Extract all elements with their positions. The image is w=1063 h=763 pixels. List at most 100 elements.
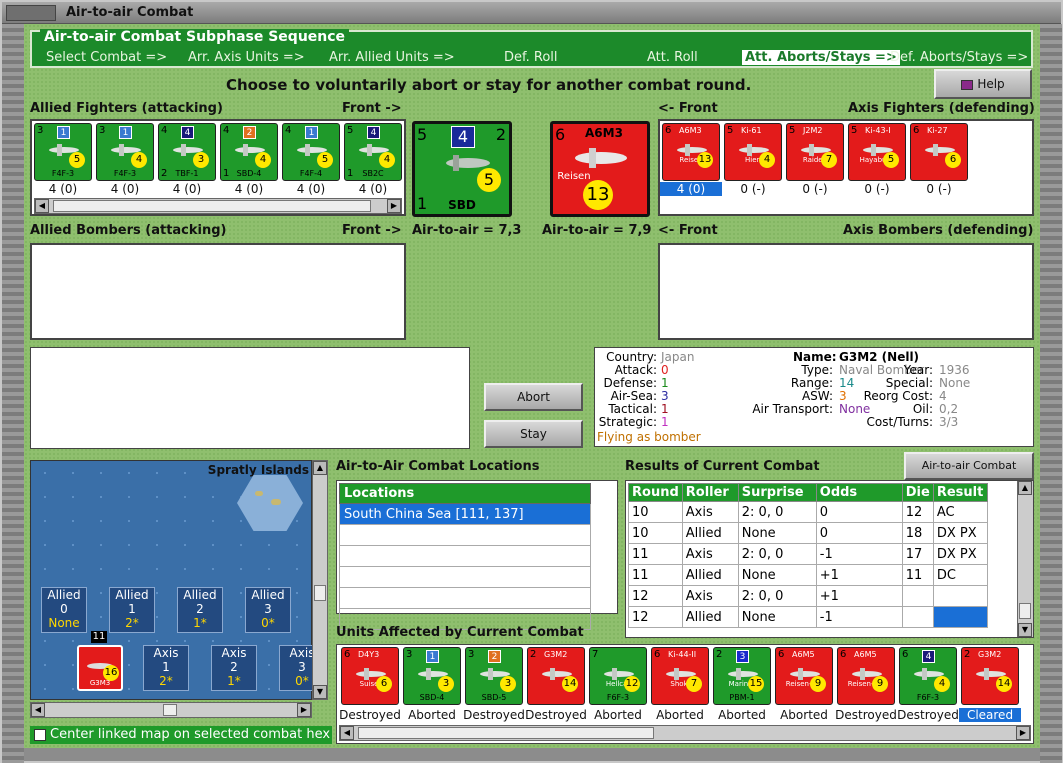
unit-counter[interactable]: 7 Hellcat 12 F6F-3 [589, 647, 647, 705]
scroll-left-icon[interactable]: ◀ [340, 726, 354, 740]
location-cell [339, 587, 591, 609]
scroll-up-icon[interactable]: ▲ [1018, 481, 1032, 495]
unit-counter[interactable]: 6 A6M3 Reisen 13 [662, 123, 720, 181]
location-row[interactable] [339, 566, 591, 588]
map-allied-box[interactable]: Allied 2 1* [177, 587, 223, 633]
island-icon [271, 499, 281, 505]
counter-value: 14 [562, 676, 578, 692]
scroll-down-icon[interactable]: ▼ [313, 685, 327, 699]
airsea-key: Air-Sea: [610, 389, 657, 403]
unit-counter[interactable]: 5 J2M2 Raiden 7 [786, 123, 844, 181]
scroll-thumb[interactable] [163, 704, 177, 716]
unit-counter[interactable]: 4 1 5 F4F-4 [282, 123, 340, 181]
center-map-checkbox[interactable] [34, 729, 46, 741]
map-unit-counter[interactable]: 16 G3M3 [77, 645, 123, 691]
front-right-label: Front -> [342, 101, 402, 116]
locations-title: Air-to-Air Combat Locations [336, 459, 540, 474]
unit-counter[interactable]: 6 4 4 F6F-3 [899, 647, 957, 705]
counter-name: D4Y3 [358, 650, 380, 659]
allied-bombers-panel [30, 243, 406, 340]
unit-counter[interactable]: 4 4 3 2 TBF-1 [158, 123, 216, 181]
affected-scrollbar[interactable]: ◀ ▶ [339, 725, 1031, 741]
counter-name: TBF-1 [175, 169, 199, 178]
help-button[interactable]: Help [934, 69, 1032, 99]
combat-chart-button[interactable]: Air-to-air Combat Chart [904, 452, 1034, 496]
map-allied-box[interactable]: Allied 1 2* [109, 587, 155, 633]
hex-island[interactable] [237, 475, 303, 531]
counter-value: 9 [872, 676, 888, 692]
map-vscrollbar[interactable]: ▲ ▼ [312, 460, 328, 700]
location-row[interactable] [339, 524, 591, 546]
counter-attack: 7 [592, 649, 599, 660]
unit-counter[interactable]: 6 A6M5 Reisen-Kai 9 [837, 647, 895, 705]
unit-counter[interactable]: 5 4 4 1 SB2C [344, 123, 402, 181]
scroll-left-icon[interactable]: ◀ [35, 199, 49, 213]
center-map-checkbox-row[interactable]: Center linked map on selected combat hex [30, 726, 332, 744]
scroll-thumb[interactable] [53, 200, 371, 212]
scroll-right-icon[interactable]: ▶ [387, 199, 401, 213]
results-cell: Allied [681, 606, 739, 628]
scroll-thumb[interactable] [314, 585, 326, 601]
unit-counter[interactable]: 6 Ki-44-II Shoki 7 [651, 647, 709, 705]
unit-counter[interactable]: 3 1 4 F4F-3 [96, 123, 154, 181]
scroll-down-icon[interactable]: ▼ [1018, 623, 1032, 637]
unit-counter[interactable]: 3 1 5 F4F-3 [34, 123, 92, 181]
unit-counter[interactable]: 2 G3M2 14 [961, 647, 1019, 705]
location-row[interactable] [339, 545, 591, 567]
unit-counter[interactable]: 6 A6M5 Reisen-Kai 9 [775, 647, 833, 705]
selected-axis-counter[interactable]: 6 A6M3 Reisen 13 [550, 121, 650, 217]
unit-counter[interactable]: 6 D4Y3 Suisei 6 [341, 647, 399, 705]
map-axis-box[interactable]: Axis 2 1* [211, 645, 257, 691]
combat-map[interactable]: Spratly Islands Allied 0 None Allied 1 2* Alli… [30, 460, 325, 700]
counter-value: 4 [759, 152, 775, 168]
box-number: 1 [128, 602, 136, 616]
scroll-thumb[interactable] [358, 727, 654, 739]
map-allied-box[interactable]: Allied 0 None [41, 587, 87, 633]
map-hscrollbar[interactable]: ◀ ▶ [30, 702, 312, 718]
unit-counter[interactable]: 2 3 Mariner 15 PBM-1 [713, 647, 771, 705]
box-label: Allied [115, 588, 149, 602]
map-allied-box[interactable]: Allied 3 0* [245, 587, 291, 633]
counter-attack: 6 [555, 125, 566, 144]
window-menu-icon[interactable] [6, 5, 56, 21]
scroll-thumb[interactable] [1019, 603, 1031, 619]
unit-counter[interactable]: 5 Ki-61 Hien 4 [724, 123, 782, 181]
map-axis-box[interactable]: Axis 1 2* [143, 645, 189, 691]
location-row[interactable] [339, 587, 591, 609]
unit-counter[interactable]: 4 2 4 1 SBD-4 [220, 123, 278, 181]
defense-key: Defense: [603, 376, 657, 390]
counter-name: F4F-3 [113, 169, 137, 178]
plane-icon [571, 146, 631, 170]
box-label: Allied [251, 588, 285, 602]
attack-value: 0 [661, 363, 669, 377]
scroll-right-icon[interactable]: ▶ [297, 703, 311, 717]
abort-button[interactable]: Abort [484, 383, 583, 411]
results-cell: DC [932, 564, 988, 586]
center-map-label: Center linked map on selected combat hex [50, 727, 331, 742]
stay-button[interactable]: Stay [484, 420, 583, 448]
location-cell [339, 545, 591, 567]
unit-counter[interactable]: 2 G3M2 14 [527, 647, 585, 705]
allied-fighters-scrollbar[interactable]: ◀ ▶ [34, 198, 402, 214]
results-cell: 12 [628, 606, 683, 628]
results-cell: -1 [815, 606, 903, 628]
results-row: 11 Axis 2: 0, 0 -1 17 DX PX [628, 543, 988, 565]
location-row[interactable]: South China Sea [111, 137] [339, 503, 591, 525]
counter-box: 1 [119, 126, 132, 139]
island-icon [255, 491, 263, 496]
unit-counter[interactable]: 5 Ki-43-I Hayabusa 5 [848, 123, 906, 181]
allied-air-value: Air-to-air = 7,3 [412, 223, 522, 238]
step-att-roll: Att. Roll [647, 50, 698, 65]
scroll-up-icon[interactable]: ▲ [313, 461, 327, 475]
scroll-right-icon[interactable]: ▶ [1016, 726, 1030, 740]
unit-counter[interactable]: 3 2 3 SBD-5 [465, 647, 523, 705]
counter-name: SB2C [362, 169, 384, 178]
results-vscrollbar[interactable]: ▲ ▼ [1017, 481, 1033, 637]
counter-attack: 5 [347, 125, 354, 136]
selected-allied-counter[interactable]: 5 4 2 5 1 SBD [412, 121, 512, 217]
axis-bombers-label: Axis Bombers (defending) [843, 223, 1034, 238]
titlebar: Air-to-air Combat [2, 2, 1061, 24]
unit-counter[interactable]: 3 1 3 SBD-4 [403, 647, 461, 705]
scroll-left-icon[interactable]: ◀ [31, 703, 45, 717]
unit-counter[interactable]: 6 Ki-27 6 [910, 123, 968, 181]
